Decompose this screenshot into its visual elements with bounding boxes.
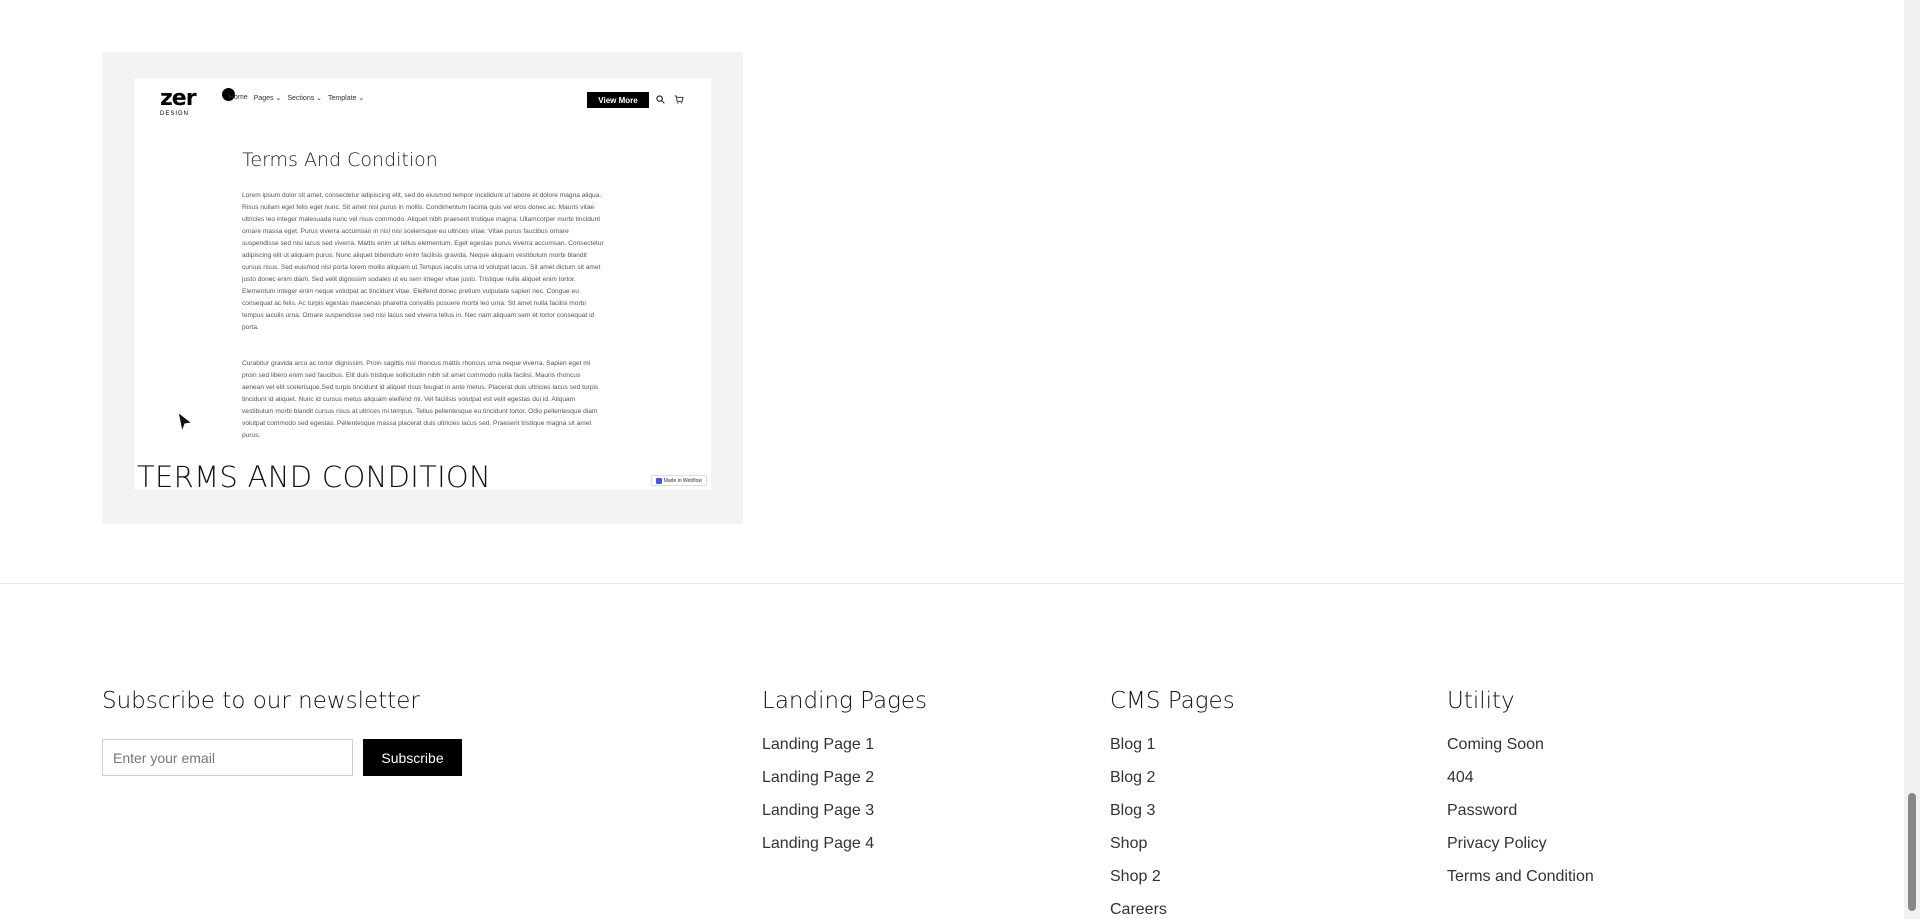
subscribe-button[interactable]: Subscribe (363, 739, 462, 776)
webflow-badge: Made in Webflow (650, 475, 707, 486)
webflow-icon (655, 477, 662, 484)
footer-link-careers[interactable]: Careers (1110, 897, 1235, 919)
cart-icon (674, 95, 684, 104)
newsletter-title: Subscribe to our newsletter (102, 688, 420, 714)
email-input[interactable] (102, 739, 353, 776)
footer-link-coming-soon[interactable]: Coming Soon (1447, 732, 1594, 765)
template-card[interactable]: zer DESIGN Home Pages ⌄ Sections ⌄ Templ… (102, 52, 743, 524)
footer-link-landing-1[interactable]: Landing Page 1 (762, 732, 927, 765)
footer-cms-title: CMS Pages (1110, 688, 1235, 714)
card-title[interactable]: TERMS AND CONDITION (137, 460, 491, 494)
webflow-badge-label: Made in Webflow (663, 477, 702, 484)
footer-cms-pages: CMS Pages Blog 1 Blog 2 Blog 3 Shop Shop… (1110, 688, 1235, 919)
preview-heading: Terms And Condition (242, 149, 438, 171)
footer-utility-title: Utility (1447, 688, 1515, 714)
preview-paragraph-2: Curabitur gravida arcu ac tortor digniss… (242, 360, 599, 439)
footer-link-shop[interactable]: Shop (1110, 831, 1235, 864)
footer-link-shop-2[interactable]: Shop 2 (1110, 864, 1235, 897)
footer-link-landing-3[interactable]: Landing Page 3 (762, 798, 927, 831)
footer-landing-pages: Landing Pages Landing Page 1 Landing Pag… (762, 688, 927, 864)
footer-utility: Utility Coming Soon 404 Password Privacy… (1447, 688, 1594, 897)
scrollbar-thumb[interactable] (1908, 793, 1916, 911)
footer-link-privacy-policy[interactable]: Privacy Policy (1447, 831, 1594, 864)
footer-link-blog-1[interactable]: Blog 1 (1110, 732, 1235, 765)
preview-nav: Home Pages ⌄ Sections ⌄ Template ⌄ (229, 94, 364, 102)
preview-nav-sections: Sections ⌄ (287, 95, 323, 102)
footer-link-landing-2[interactable]: Landing Page 2 (762, 765, 927, 798)
footer-link-404[interactable]: 404 (1447, 765, 1594, 798)
cursor-icon (177, 410, 194, 435)
footer-divider (0, 583, 1904, 584)
footer-link-terms[interactable]: Terms and Condition (1447, 864, 1594, 897)
preview-view-more-button: View More (587, 92, 649, 108)
footer-link-landing-4[interactable]: Landing Page 4 (762, 831, 927, 864)
template-preview-image[interactable]: zer DESIGN Home Pages ⌄ Sections ⌄ Templ… (134, 78, 711, 490)
preview-nav-home: Home (229, 94, 248, 101)
footer-link-blog-2[interactable]: Blog 2 (1110, 765, 1235, 798)
preview-nav-pages: Pages ⌄ (253, 95, 282, 102)
preview-paragraph-1: Lorem ipsum dolor sit amet, consectetur … (242, 192, 604, 331)
preview-logo-sub: DESIGN (160, 111, 190, 117)
preview-nav-template: Template ⌄ (328, 95, 365, 102)
footer-link-blog-3[interactable]: Blog 3 (1110, 798, 1235, 831)
preview-logo-word: zer (160, 86, 197, 111)
vertical-scrollbar[interactable] (1904, 0, 1920, 919)
preview-logo: zer DESIGN (160, 86, 235, 117)
search-icon (656, 95, 665, 104)
footer-landing-title: Landing Pages (762, 688, 928, 714)
footer-link-password[interactable]: Password (1447, 798, 1594, 831)
